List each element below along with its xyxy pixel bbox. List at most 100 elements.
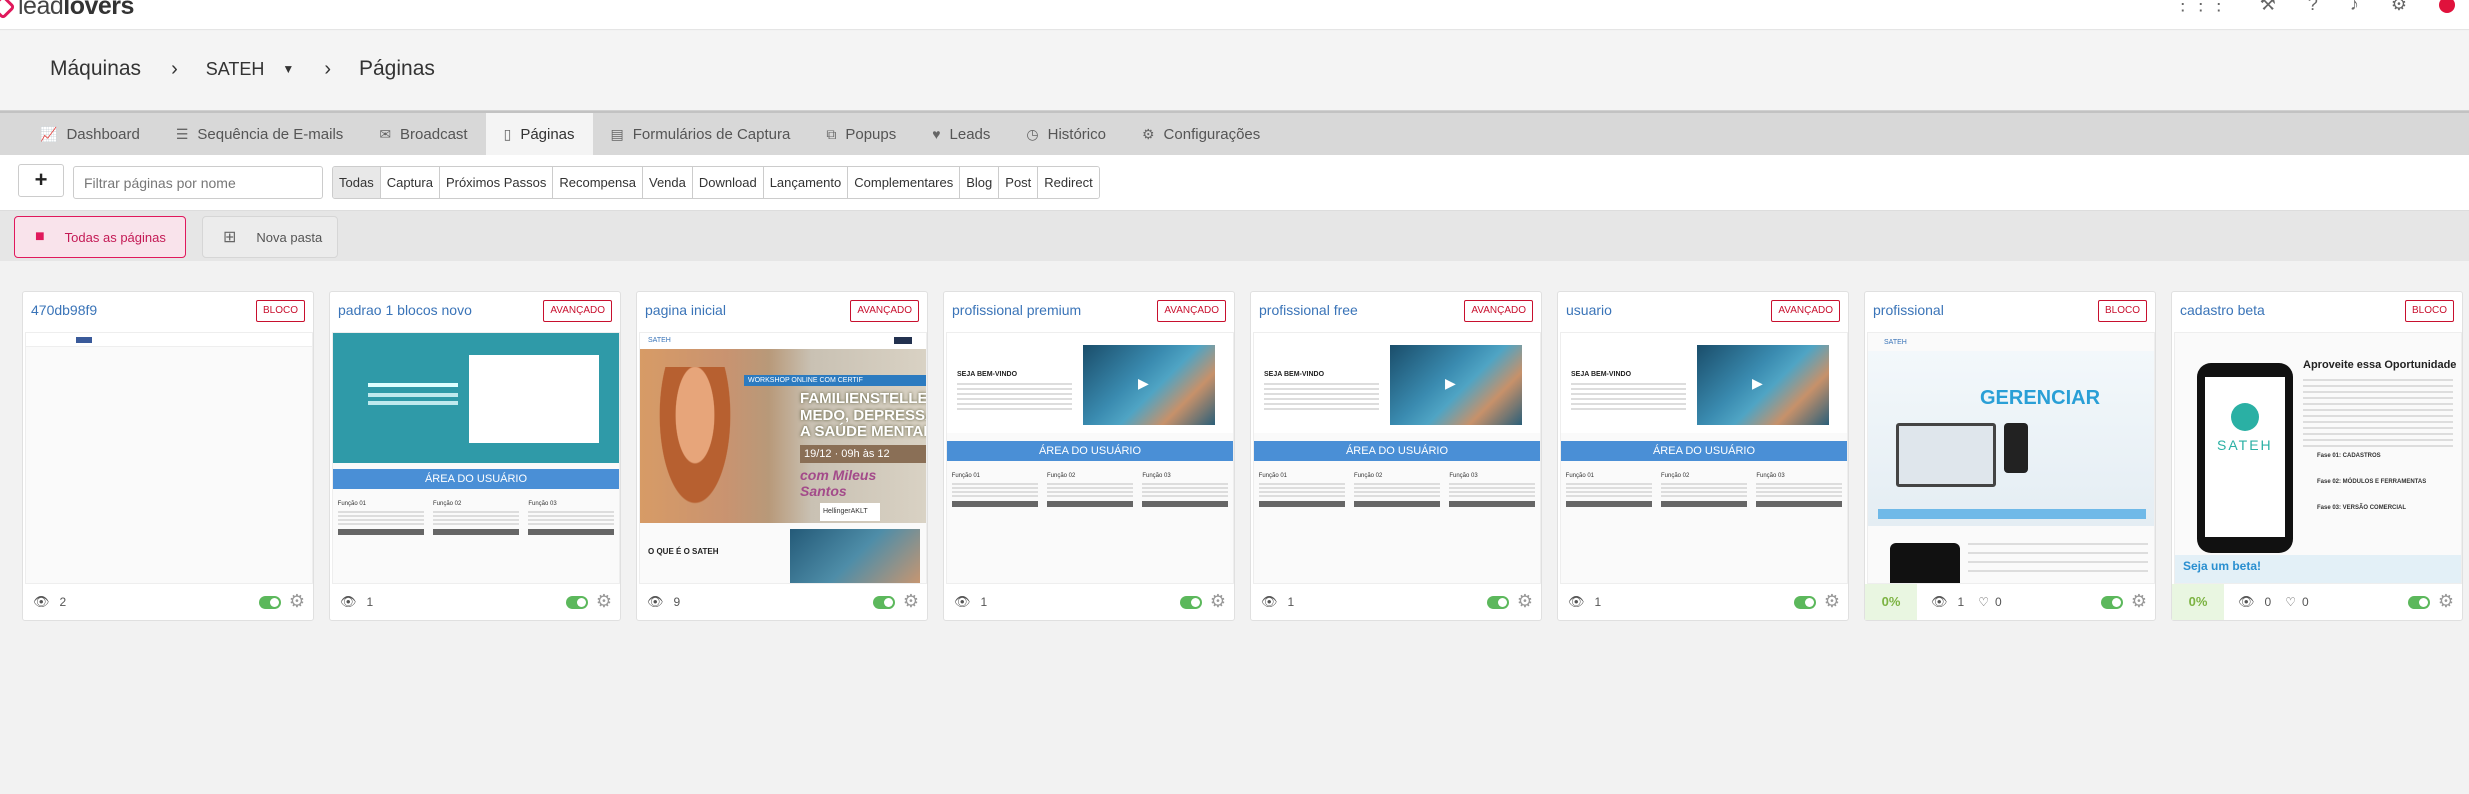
filter-next-steps[interactable]: Próximos Passos (439, 167, 554, 198)
filter-blog[interactable]: Blog (960, 167, 1000, 198)
page-card[interactable]: usuario AVANÇADO SEJA BEM-VINDO ÁREA DO … (1557, 291, 1849, 621)
search-input[interactable] (73, 166, 323, 199)
filter-complementary[interactable]: Complementares (848, 167, 961, 198)
page-card[interactable]: profissional BLOCO SATEH GERENCIAR 0% 👁 1… (1864, 291, 2156, 621)
filter-post[interactable]: Post (999, 167, 1039, 198)
eye-icon: 👁 (1931, 594, 1948, 609)
page-title[interactable]: pagina inicial (645, 302, 726, 318)
publish-toggle[interactable] (2408, 596, 2430, 609)
breadcrumb-machines[interactable]: Máquinas (50, 57, 141, 81)
avatar[interactable] (2439, 0, 2455, 13)
form-icon: ▤ (610, 125, 624, 142)
conversion-rate: 0% (2172, 584, 2224, 620)
tab-leads[interactable]: ♥ Leads (914, 113, 1008, 155)
folder-icon: ■ (35, 228, 45, 245)
card-footer: 👁 1 ⚙ (1558, 584, 1848, 620)
page-type-badge: BLOCO (2404, 300, 2454, 322)
tab-dashboard[interactable]: 📈 Dashboard (22, 113, 158, 155)
page-card[interactable]: 470db98f9 BLOCO 👁 2 ⚙ (22, 291, 314, 621)
notifications-icon[interactable]: ♪ (2350, 0, 2359, 15)
page-title[interactable]: profissional (1873, 302, 1944, 318)
gear-icon[interactable]: ⚙ (2438, 591, 2454, 612)
thumb-txt (432, 511, 519, 525)
page-card[interactable]: profissional free AVANÇADO SEJA BEM-VIND… (1250, 291, 1542, 621)
thumb-btn (1142, 501, 1229, 507)
gear-icon[interactable]: ⚙ (903, 591, 919, 612)
views-count: 👁 1 (340, 594, 373, 610)
page-thumbnail[interactable]: SEJA BEM-VINDO ÁREA DO USUÁRIO Função 01… (1253, 332, 1541, 584)
views-count: 👁 0 ♡ 0 (2238, 594, 2309, 610)
tab-pages[interactable]: ▯ Páginas (485, 113, 593, 155)
filter-redirect[interactable]: Redirect (1038, 167, 1099, 198)
tab-capture-forms[interactable]: ▤ Formulários de Captura (593, 113, 809, 155)
top-bar: lead lovers ⋮⋮⋮ ⚒ ? ♪ ⚙ (0, 0, 2469, 30)
page-card[interactable]: pagina inicial AVANÇADO SATEH WORKSHOP O… (636, 291, 928, 621)
page-title[interactable]: profissional premium (952, 302, 1081, 318)
tab-email-sequence[interactable]: ☰ Sequência de E-mails (158, 113, 361, 155)
gear-icon[interactable]: ⚙ (1517, 591, 1533, 612)
gear-icon[interactable]: ⚙ (1210, 591, 1226, 612)
tab-history[interactable]: ◷ Histórico (1008, 113, 1124, 155)
publish-toggle[interactable] (1794, 596, 1816, 609)
tab-settings[interactable]: ⚙ Configurações (1124, 113, 1278, 155)
publish-toggle[interactable] (1180, 596, 1202, 609)
page-title[interactable]: 470db98f9 (31, 302, 97, 318)
thumb-fn: Função 03 (1449, 473, 1478, 479)
views-count: 👁 2 (33, 594, 66, 610)
thumb-brand: SATEH (1884, 339, 1907, 346)
page-title[interactable]: profissional free (1259, 302, 1358, 318)
folder-all-pages[interactable]: ■ Todas as páginas (14, 216, 186, 258)
filter-all[interactable]: Todas (333, 167, 381, 198)
tab-popups[interactable]: ⧉ Popups (808, 113, 914, 155)
new-folder-button[interactable]: ⊞ Nova pasta (202, 216, 338, 258)
gear-icon[interactable]: ⚙ (2131, 591, 2147, 612)
thumb-col: Função 02 (1660, 473, 1747, 507)
page-thumbnail[interactable]: SATEH Aproveite essa Oportunidade Fase 0… (2174, 332, 2462, 584)
publish-toggle[interactable] (566, 596, 588, 609)
page-thumbnail[interactable]: SATEH GERENCIAR (1867, 332, 2155, 584)
views-value: 2 (59, 595, 67, 609)
page-card[interactable]: profissional premium AVANÇADO SEJA BEM-V… (943, 291, 1235, 621)
page-card[interactable]: cadastro beta BLOCO SATEH Aproveite essa… (2171, 291, 2463, 621)
machine-select[interactable]: SATEH ▼ (206, 59, 295, 80)
views-value: 1 (366, 595, 374, 609)
logo[interactable]: lead lovers (0, 0, 134, 21)
page-thumbnail[interactable]: SEJA BEM-VINDO ÁREA DO USUÁRIO Função 01… (1560, 332, 1848, 584)
page-title[interactable]: usuario (1566, 302, 1612, 318)
thumb-col: Função 01 (337, 501, 424, 535)
filter-sale[interactable]: Venda (642, 167, 693, 198)
page-thumbnail[interactable] (25, 332, 313, 584)
help-icon[interactable]: ? (2308, 0, 2318, 15)
filter-capture[interactable]: Captura (380, 167, 440, 198)
filter-launch[interactable]: Lançamento (763, 167, 849, 198)
card-footer: 👁 1 ⚙ (330, 584, 620, 620)
thumb-video (1697, 345, 1829, 425)
gear-icon[interactable]: ⚙ (289, 591, 305, 612)
card-footer: 0% 👁 1 ♡ 0 ⚙ (1865, 584, 2155, 620)
page-title[interactable]: cadastro beta (2180, 302, 2265, 318)
filter-download[interactable]: Download (692, 167, 764, 198)
settings-icon[interactable]: ⚙ (2391, 0, 2407, 15)
filter-reward[interactable]: Recompensa (553, 167, 643, 198)
page-card[interactable]: padrao 1 blocos novo AVANÇADO ÁREA DO US… (329, 291, 621, 621)
publish-toggle[interactable] (259, 596, 281, 609)
page-thumbnail[interactable]: SEJA BEM-VINDO ÁREA DO USUÁRIO Função 01… (946, 332, 1234, 584)
thumb-btn (1565, 501, 1652, 507)
tools-icon[interactable]: ⚒ (2260, 0, 2276, 15)
publish-toggle[interactable] (2101, 596, 2123, 609)
thumb-paragraph (2303, 379, 2453, 449)
thumb-txt (1258, 483, 1345, 497)
apps-grid-icon[interactable]: ⋮⋮⋮ (2174, 0, 2228, 15)
publish-toggle[interactable] (873, 596, 895, 609)
page-title[interactable]: padrao 1 blocos novo (338, 302, 472, 318)
add-page-button[interactable]: + (18, 164, 64, 197)
gear-icon[interactable]: ⚙ (596, 591, 612, 612)
eye-icon: 👁 (954, 594, 971, 609)
machine-select-value: SATEH (205, 58, 265, 79)
page-thumbnail[interactable]: SATEH WORKSHOP ONLINE COM CERTIF FAMILIE… (639, 332, 927, 584)
gear-icon[interactable]: ⚙ (1824, 591, 1840, 612)
tab-label: Popups (845, 125, 897, 143)
tab-broadcast[interactable]: ✉ Broadcast (361, 113, 485, 155)
page-thumbnail[interactable]: ÁREA DO USUÁRIO Função 01 Função 02 Funç… (332, 332, 620, 584)
publish-toggle[interactable] (1487, 596, 1509, 609)
